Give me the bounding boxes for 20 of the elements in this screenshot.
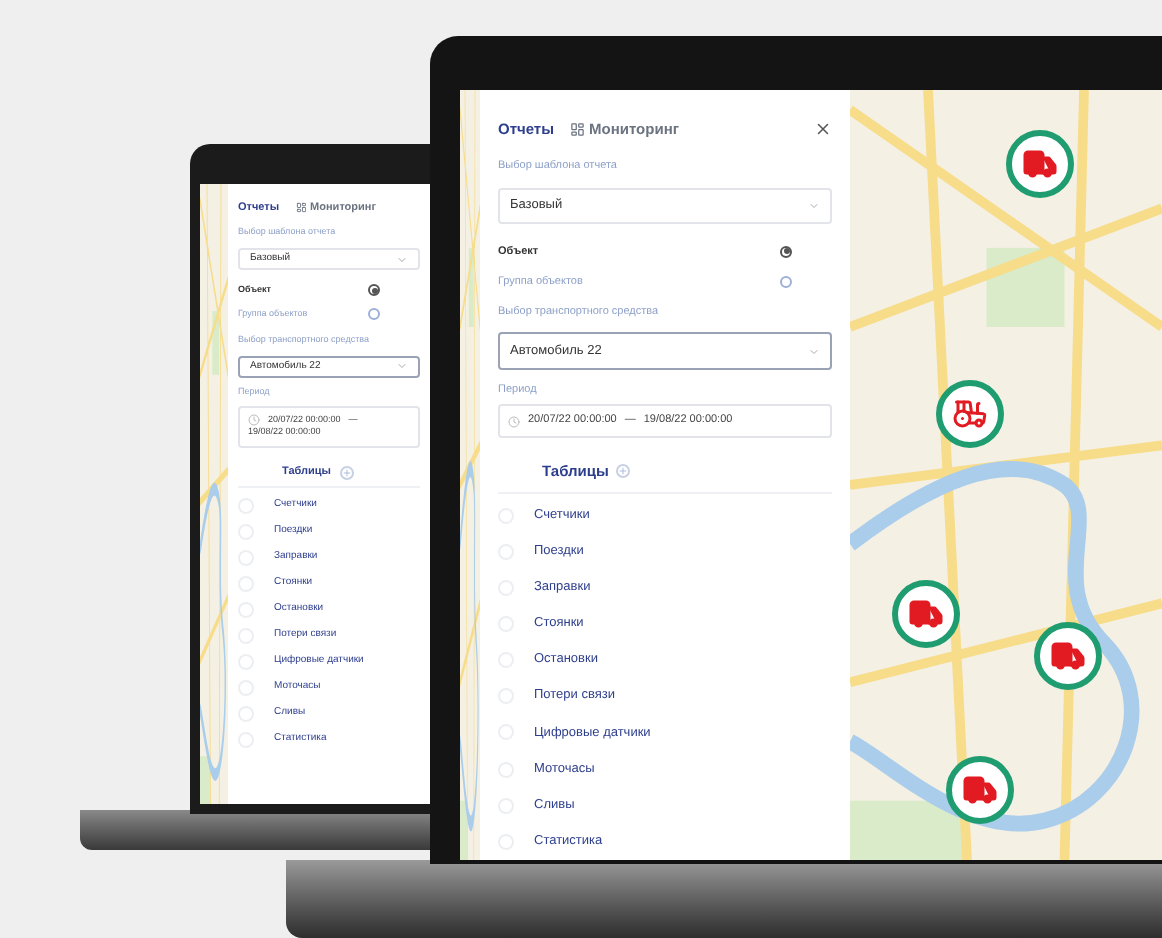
truck-icon (1050, 638, 1086, 674)
radio-button[interactable] (368, 284, 380, 296)
close-icon[interactable] (814, 120, 832, 139)
chevron-icon (396, 360, 408, 373)
clock-icon (508, 415, 520, 428)
radio-button[interactable] (780, 275, 792, 288)
truck-icon (1022, 146, 1058, 182)
radio-button[interactable] (368, 308, 380, 320)
tractor-icon (952, 396, 988, 432)
truck-icon (908, 596, 944, 632)
radio-button[interactable] (780, 245, 792, 258)
dashboard-icon (295, 202, 307, 214)
chevron-icon (808, 199, 820, 212)
truck-icon (962, 772, 998, 808)
dashboard-icon (570, 121, 586, 137)
chevron-icon (808, 345, 820, 358)
add-icon[interactable] (339, 466, 353, 480)
chevron-icon (396, 253, 408, 265)
add-icon[interactable] (616, 463, 631, 478)
clock-icon (248, 413, 260, 426)
